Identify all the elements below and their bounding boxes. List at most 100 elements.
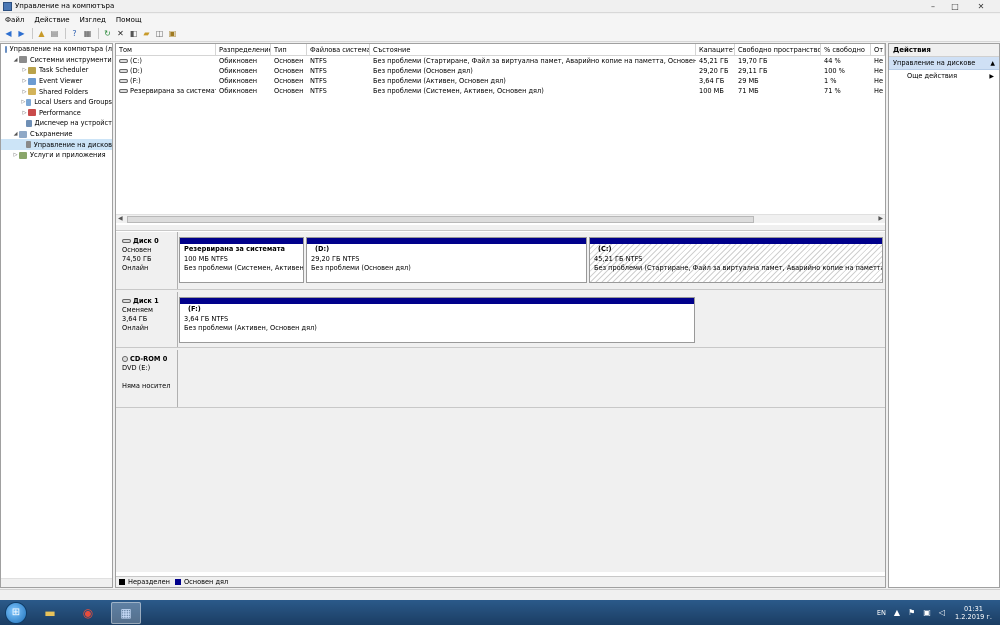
rescan-disks-button[interactable]: ◫ <box>154 28 165 39</box>
status-bar <box>0 589 1000 599</box>
table-cell: (C:) <box>116 56 216 66</box>
menu-help[interactable]: Помощ <box>111 16 147 24</box>
show-hide-tree-button[interactable]: ▤ <box>49 28 60 39</box>
show-hidden-icons-icon[interactable]: ▲ <box>894 608 900 617</box>
collapse-up-icon[interactable]: ▲ <box>990 57 995 70</box>
partition-d[interactable]: (D:) 29,20 ГБ NTFS Без проблеми (Основен… <box>306 237 587 283</box>
scroll-thumb[interactable] <box>127 216 754 223</box>
disk-0-label[interactable]: Диск 0 Основен 74,50 ГБ Онлайн <box>116 232 178 289</box>
disk-1-label[interactable]: Диск 1 Сменяем 3,64 ГБ Онлайн <box>116 292 178 347</box>
volume-icon <box>119 79 128 83</box>
table-row[interactable]: (D:) Обикновен Основен NTFS Без проблеми (Ос… <box>116 66 885 76</box>
cdrom-0-state: Няма носител <box>122 382 171 390</box>
column-header-percent-free[interactable]: % свободно <box>821 44 871 55</box>
partition-size: 29,20 ГБ NTFS <box>311 254 360 263</box>
column-header-volume[interactable]: Том <box>116 44 216 55</box>
action-center-flag-icon[interactable]: ⚑ <box>908 608 915 617</box>
expand-toggle-icon[interactable]: ▷ <box>21 67 28 73</box>
language-indicator[interactable]: EN <box>877 609 886 617</box>
cdrom-0-label[interactable]: CD-ROM 0 DVD (E:) Няма носител <box>116 350 178 407</box>
actions-section-disk-management[interactable]: Управление на дискове ▲ <box>889 57 999 70</box>
legend-swatch-unallocated <box>119 579 125 585</box>
tree-item[interactable]: Диспечер на устройст <box>1 118 112 129</box>
start-button[interactable]: ⊞ <box>5 601 27 624</box>
refresh-button[interactable]: ↻ <box>102 28 113 39</box>
settings-icon[interactable]: ▣ <box>167 28 178 39</box>
tree-item[interactable]: Управление на дисков <box>1 139 112 150</box>
properties-button[interactable]: ▦ <box>82 28 93 39</box>
help-button[interactable]: ? <box>69 28 80 39</box>
column-header-capacity[interactable]: Капацитет <box>696 44 735 55</box>
table-cell: Не <box>871 76 885 86</box>
table-cell: Обикновен <box>216 66 271 76</box>
column-header-status[interactable]: Състояние <box>370 44 696 55</box>
tree-item[interactable]: ◢ Съхранение <box>1 129 112 140</box>
column-header-layout[interactable]: Разпределение <box>216 44 271 55</box>
cell-text: (C:) <box>130 57 142 65</box>
expand-toggle-icon[interactable]: ◢ <box>12 57 19 63</box>
table-row[interactable]: Резервирана за системата Обикновен Основен… <box>116 86 885 96</box>
volume-icon[interactable]: ◁ <box>939 608 945 617</box>
back-button[interactable]: ◀ <box>3 28 14 39</box>
partition-size: 100 МБ NTFS <box>184 254 228 263</box>
up-folder-button[interactable]: ▲ <box>36 28 47 39</box>
expand-toggle-icon[interactable]: ▷ <box>21 78 28 84</box>
tree-item[interactable]: ◢ Системни инструменти <box>1 55 112 66</box>
tree-horizontal-scrollbar[interactable] <box>1 578 112 587</box>
tree-item[interactable]: ▷ Local Users and Groups <box>1 97 112 108</box>
network-icon[interactable]: ▣ <box>923 608 931 617</box>
disk-1-name: Диск 1 <box>133 297 159 305</box>
explorer-taskbar-icon[interactable]: ▬ <box>35 602 65 624</box>
partition-system-reserved[interactable]: Резервирана за системата 100 МБ NTFS Без… <box>179 237 304 283</box>
expand-toggle-icon[interactable]: ▷ <box>21 89 28 95</box>
scroll-right-icon[interactable]: ▶ <box>878 215 883 222</box>
column-header-file-system[interactable]: Файлова система <box>307 44 370 55</box>
disk-map: Диск 0 Основен 74,50 ГБ Онлайн Резервира… <box>116 232 885 572</box>
column-header-type[interactable]: Тип <box>271 44 307 55</box>
cell-text: Обикновен <box>219 67 258 75</box>
close-button[interactable]: ✕ <box>966 0 996 12</box>
chrome-taskbar-icon[interactable]: ◉ <box>73 602 103 624</box>
tree-item[interactable]: ▷ Event Viewer <box>1 76 112 87</box>
table-cell: Обикновен <box>216 76 271 86</box>
tree-item[interactable]: ▷ Услуги и приложения <box>1 150 112 161</box>
disk-1: Диск 1 Сменяем 3,64 ГБ Онлайн (F:) 3,64 … <box>116 292 885 348</box>
partition-f[interactable]: (F:) 3,64 ГБ NTFS Без проблеми (Активен,… <box>179 297 695 343</box>
partition-c[interactable]: (C:) 45,21 ГБ NTFS Без проблеми (Стартир… <box>589 237 883 283</box>
column-header-fault-tolerance[interactable]: От <box>871 44 885 55</box>
menu-action[interactable]: Действие <box>29 16 74 24</box>
cell-text: Обикновен <box>219 57 258 65</box>
clock[interactable]: 01:31 1.2.2019 г. <box>955 605 992 621</box>
volume-icon <box>119 89 128 93</box>
tree-item-label: Системни инструменти <box>30 55 112 64</box>
volume-list-horizontal-scrollbar[interactable]: ◀ ▶ <box>116 214 885 223</box>
scroll-left-icon[interactable]: ◀ <box>118 215 123 222</box>
computer-management-taskbar-icon[interactable]: ▦ <box>111 601 141 624</box>
tree-item[interactable]: ▷ Performance <box>1 108 112 119</box>
maximize-button[interactable]: □ <box>944 0 966 12</box>
pane-splitter[interactable] <box>116 225 885 231</box>
expand-toggle-icon[interactable]: ▷ <box>21 110 28 116</box>
forward-button[interactable]: ▶ <box>16 28 27 39</box>
tree-node-icon <box>4 45 7 53</box>
partition-size: 3,64 ГБ NTFS <box>184 314 229 323</box>
minimize-button[interactable]: – <box>922 0 944 12</box>
menu-view[interactable]: Изглед <box>75 16 111 24</box>
column-header-free-space[interactable]: Свободно пространство <box>735 44 821 55</box>
tree-item[interactable]: ▷ Task Scheduler <box>1 65 112 76</box>
connect-disk-icon[interactable]: ◧ <box>128 28 139 39</box>
expand-toggle-icon[interactable]: ▷ <box>12 152 19 158</box>
table-row[interactable]: (C:) Обикновен Основен NTFS Без проблеми (Ст… <box>116 56 885 66</box>
table-row[interactable]: (F:) Обикновен Основен NTFS Без проблеми (Ак… <box>116 76 885 86</box>
open-folder-button[interactable]: ▰ <box>141 28 152 39</box>
tree-item-label: Услуги и приложения <box>30 151 106 160</box>
tree-item[interactable]: Управление на компютъра (л <box>1 44 112 55</box>
action-more-actions[interactable]: Още действия ▶ <box>889 70 999 83</box>
menu-file[interactable]: Файл <box>0 16 29 24</box>
table-cell: Основен <box>271 66 307 76</box>
tree-node-icon <box>19 151 27 159</box>
delete-button[interactable]: ✕ <box>115 28 126 39</box>
tree-item[interactable]: ▷ Shared Folders <box>1 86 112 97</box>
expand-toggle-icon[interactable]: ◢ <box>12 131 19 137</box>
